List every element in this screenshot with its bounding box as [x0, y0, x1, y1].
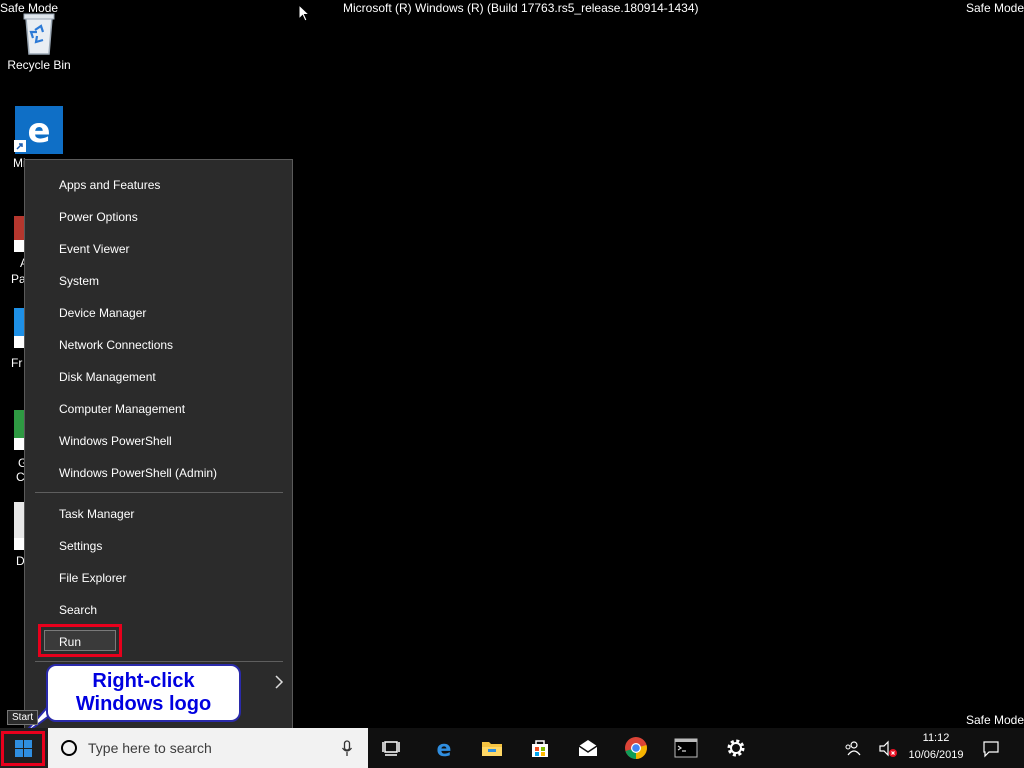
edge-icon: e [437, 737, 452, 760]
menu-item-computer-management[interactable]: Computer Management [59, 402, 185, 416]
menu-item-task-manager[interactable]: Task Manager [59, 507, 134, 521]
tutorial-callout: Right-click Windows logo [46, 664, 241, 722]
menu-item-windows-powershell[interactable]: Windows PowerShell [59, 434, 172, 448]
menu-item-search[interactable]: Search [59, 603, 97, 617]
people-icon[interactable] [843, 740, 861, 756]
menu-item-run[interactable]: Run [59, 635, 81, 649]
settings-icon [727, 739, 745, 757]
cortana-circle-icon [61, 740, 77, 756]
menu-item-system[interactable]: System [59, 274, 99, 288]
volume-muted-icon[interactable] [878, 740, 898, 758]
callout-line-1: Right-click [92, 670, 195, 692]
taskbar: Type here to search e 11:12 10/06/2019 [0, 728, 1024, 768]
menu-item-disk-management[interactable]: Disk Management [59, 370, 156, 384]
chrome-icon [625, 737, 647, 759]
clock-date[interactable]: 10/06/2019 [900, 749, 972, 761]
taskbar-chrome[interactable] [612, 728, 660, 768]
safe-mode-watermark-top-right: Safe Mode [965, 1, 1024, 15]
desktop: Safe Mode Safe Mode Microsoft (R) Window… [0, 0, 1024, 738]
shortcut-arrow-icon [14, 140, 26, 152]
microphone-icon[interactable] [341, 740, 353, 757]
menu-item-settings[interactable]: Settings [59, 539, 102, 553]
taskbar-mail[interactable] [564, 728, 612, 768]
desktop-icon-label: Recycle Bin [7, 58, 71, 72]
file-explorer-icon [482, 742, 502, 756]
taskbar-edge[interactable]: e [420, 728, 468, 768]
safe-mode-watermark-bottom-right: Safe Mode [965, 713, 1024, 727]
svg-text:e: e [27, 111, 50, 151]
start-highlight-box [1, 731, 45, 766]
menu-separator [35, 492, 283, 493]
menu-item-event-viewer[interactable]: Event Viewer [59, 242, 129, 256]
chevron-right-icon[interactable] [273, 675, 285, 689]
start-tooltip: Start [7, 710, 39, 725]
build-watermark: Microsoft (R) Windows (R) (Build 17763.r… [343, 1, 699, 15]
callout-line-2: Windows logo [75, 693, 212, 715]
menu-item-network-connections[interactable]: Network Connections [59, 338, 173, 352]
menu-separator [35, 661, 283, 662]
svg-text:e: e [437, 737, 452, 760]
taskbar-settings[interactable] [712, 728, 760, 768]
desktop-icon-recycle-bin[interactable]: Recycle Bin [3, 8, 75, 72]
store-icon [532, 740, 548, 757]
mouse-cursor-icon [298, 4, 310, 22]
menu-item-device-manager[interactable]: Device Manager [59, 306, 146, 320]
mail-icon [578, 740, 598, 756]
search-placeholder: Type here to search [88, 740, 212, 756]
taskbar-store[interactable] [516, 728, 564, 768]
taskbar-command-prompt[interactable] [662, 728, 710, 768]
power-user-menu: Apps and Features Power Options Event Vi… [24, 159, 293, 738]
action-center-icon[interactable] [982, 740, 1000, 758]
start-button[interactable] [0, 728, 48, 768]
task-view-icon [382, 741, 400, 756]
menu-item-file-explorer[interactable]: File Explorer [59, 571, 126, 585]
clock-time[interactable]: 11:12 [900, 732, 972, 744]
partial-desktop-label: Fr [11, 356, 23, 370]
recycle-bin-icon [15, 8, 63, 56]
task-view-button[interactable] [368, 728, 416, 768]
taskbar-file-explorer[interactable] [468, 728, 516, 768]
menu-item-windows-powershell-admin[interactable]: Windows PowerShell (Admin) [59, 466, 217, 480]
command-prompt-icon [674, 738, 698, 758]
menu-item-apps-and-features[interactable]: Apps and Features [59, 178, 160, 192]
menu-item-power-options[interactable]: Power Options [59, 210, 138, 224]
search-box[interactable]: Type here to search [48, 728, 368, 768]
